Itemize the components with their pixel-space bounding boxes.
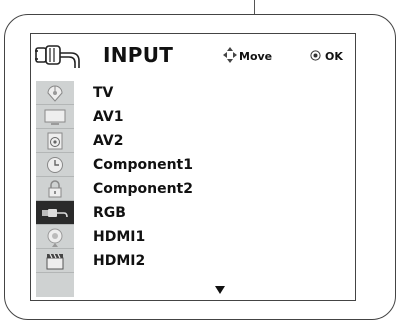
four-way-arrow-icon [223,47,237,63]
menu-icon-column [36,81,74,297]
list-item-av1[interactable]: AV1 [93,105,123,129]
input-cable-icon[interactable] [36,201,74,225]
list-item-hdmi1[interactable]: HDMI1 [93,225,145,249]
callout-pointer-line [254,0,255,14]
ok-button-icon [310,50,321,61]
list-item-tv[interactable]: TV [93,81,113,105]
tv-antenna-icon[interactable] [36,81,74,105]
ok-hint-label: OK [325,50,343,63]
list-item-av2[interactable]: AV2 [93,129,123,153]
icon-column-spacer [36,273,74,297]
list-item-rgb[interactable]: RGB [93,201,126,225]
input-cable-logo-icon [35,45,80,68]
list-item-hdmi2[interactable]: HDMI2 [93,249,145,273]
menu-header: INPUT Move OK [31,34,355,78]
list-item-component2[interactable]: Component2 [93,177,193,201]
move-hint-label: Move [239,50,273,63]
monitor-icon[interactable] [36,105,74,129]
list-item-component1[interactable]: Component1 [93,153,193,177]
clock-icon[interactable] [36,153,74,177]
lock-icon[interactable] [36,177,74,201]
settings-icon[interactable] [36,225,74,249]
input-osd-menu: INPUT Move OK TV AV1 AV2 Component1 Comp… [30,33,356,301]
speaker-icon[interactable] [36,129,74,153]
menu-title: INPUT [103,43,174,67]
scroll-down-arrow-icon[interactable] [215,286,225,294]
clapperboard-icon[interactable] [36,249,74,273]
